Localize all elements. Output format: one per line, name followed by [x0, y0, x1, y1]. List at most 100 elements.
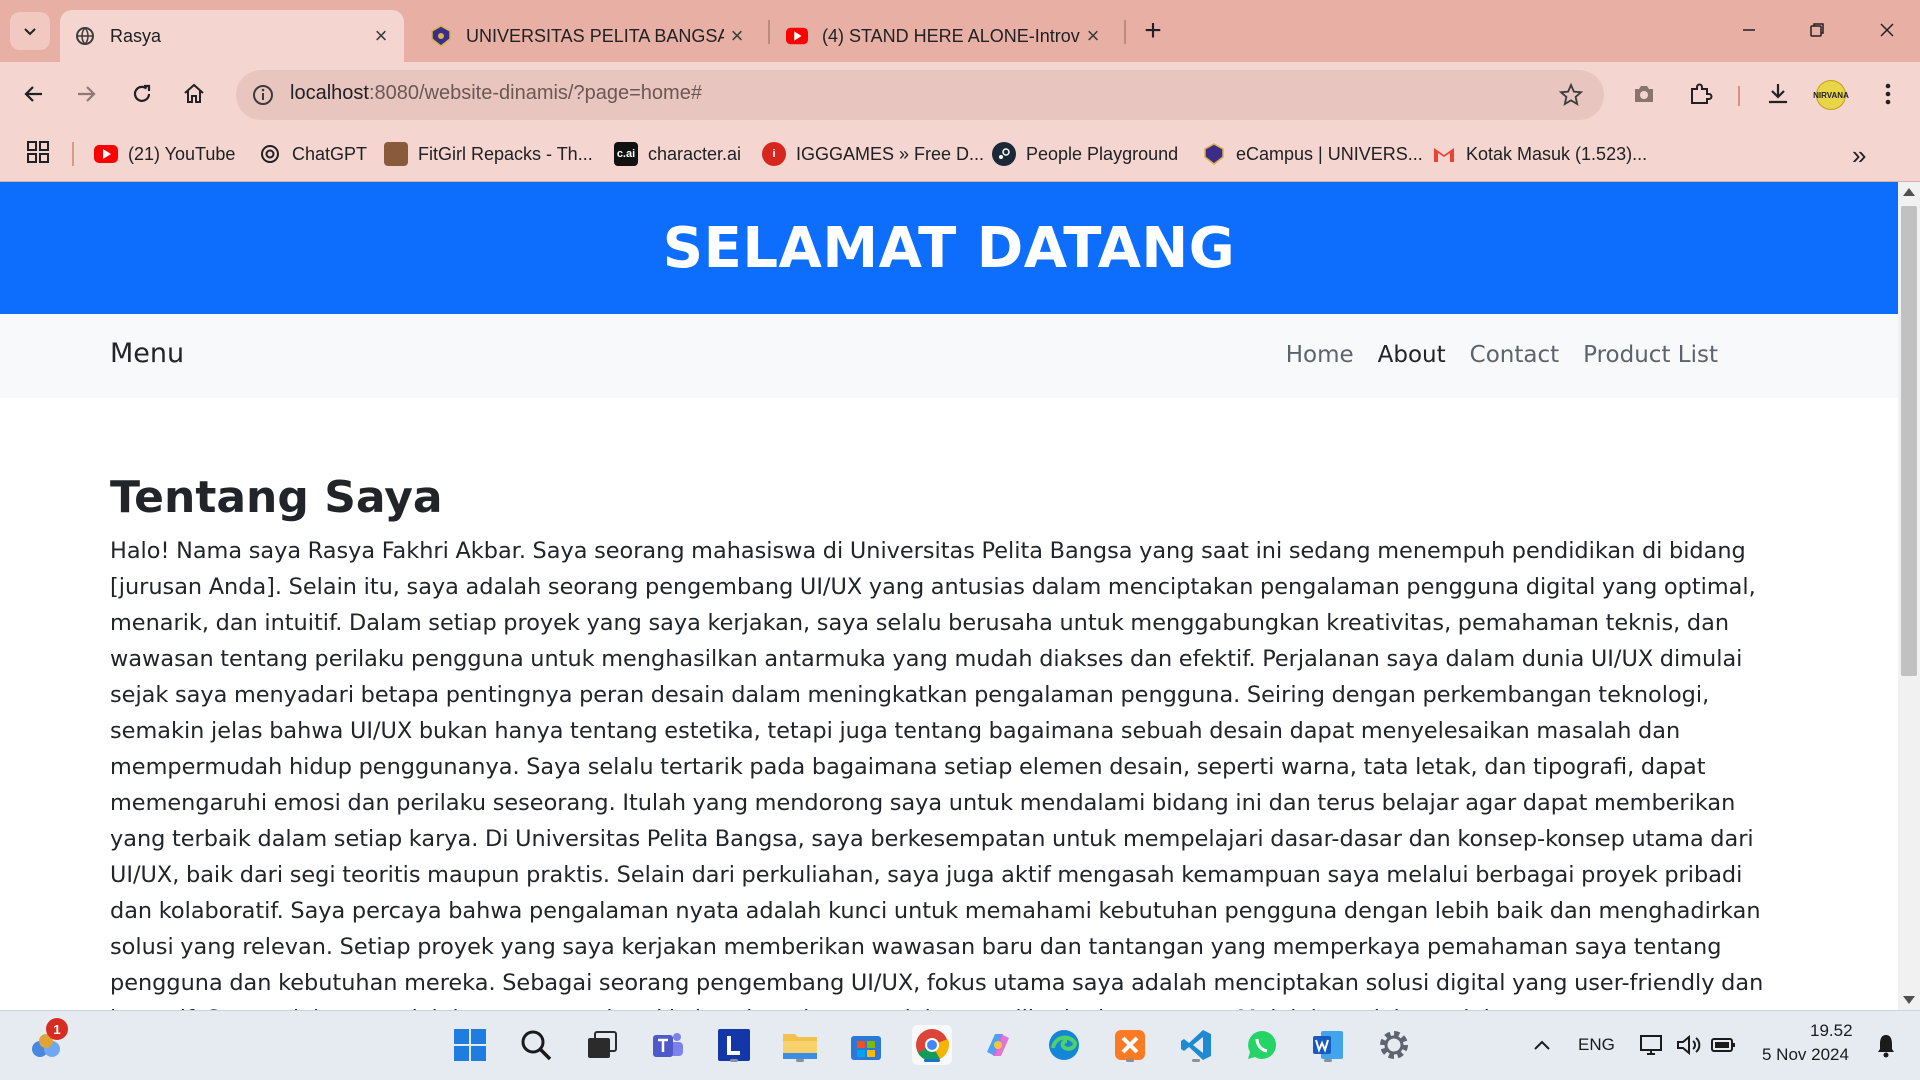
tab-separator	[768, 20, 770, 44]
more-bookmarks-chevron-icon[interactable]: »	[1852, 140, 1866, 171]
kebab-menu-icon	[1885, 83, 1891, 105]
battery-icon	[1711, 1038, 1735, 1052]
tab-title: UNIVERSITAS PELITA BANGSA	[466, 25, 724, 46]
xampp-button[interactable]	[1110, 1025, 1150, 1065]
bookmark-youtube[interactable]: (21) YouTube	[94, 138, 235, 170]
chrome-button[interactable]	[912, 1025, 952, 1065]
search-button[interactable]	[516, 1025, 556, 1065]
tab-search-button[interactable]	[10, 12, 50, 50]
profile-avatar[interactable]: NIRVANA	[1813, 80, 1849, 110]
notifications-button[interactable]	[1866, 1025, 1906, 1065]
tab-rasya[interactable]: Rasya ×	[60, 10, 404, 62]
bookmark-characterai[interactable]: c.ai character.ai	[614, 138, 741, 170]
clock-date[interactable]: 5 Nov 2024	[1762, 1045, 1849, 1065]
extensions-button[interactable]	[1684, 78, 1716, 110]
running-indicator	[796, 1059, 804, 1062]
windows-logo-icon	[454, 1029, 486, 1061]
nav-home-link[interactable]: Home	[1286, 342, 1354, 368]
youtube-icon	[786, 25, 808, 47]
url-path: :8080/website-dinamis/?page=home#	[368, 82, 702, 104]
network-icon	[1640, 1035, 1662, 1055]
apps-grid-icon[interactable]	[26, 140, 52, 166]
microsoft-store-button[interactable]	[846, 1025, 886, 1065]
minimize-button[interactable]	[1724, 12, 1774, 48]
close-tab-icon[interactable]: ×	[1080, 23, 1106, 49]
bookmark-chatgpt[interactable]: ChatGPT	[258, 138, 367, 170]
copilot-button[interactable]	[978, 1025, 1018, 1065]
new-tab-button[interactable]: +	[1138, 14, 1168, 47]
reload-button[interactable]	[124, 76, 160, 112]
chatgpt-icon	[258, 142, 282, 166]
close-tab-icon[interactable]: ×	[368, 23, 394, 49]
bookmark-label: eCampus | UNIVERS...	[1236, 143, 1423, 164]
screenshot-button[interactable]	[1628, 78, 1660, 110]
edge-button[interactable]	[1044, 1025, 1084, 1065]
university-logo-icon	[430, 25, 452, 47]
bookmark-igggames[interactable]: i IGGGAMES » Free D...	[762, 138, 984, 170]
navbar-links: Home About Contact Product List	[1286, 342, 1718, 368]
task-view-icon	[588, 1031, 617, 1058]
bookmark-label: character.ai	[648, 143, 742, 164]
page-scrollbar[interactable]	[1898, 182, 1920, 1010]
browser-menu-button[interactable]	[1872, 78, 1904, 110]
bookmark-fitgirl[interactable]: FitGirl Repacks - Th...	[384, 138, 593, 170]
bell-icon	[1878, 1035, 1894, 1058]
restore-button[interactable]	[1792, 12, 1842, 48]
forward-arrow-icon	[78, 86, 96, 102]
bookmark-ecampus[interactable]: eCampus | UNIVERS...	[1202, 138, 1423, 170]
tab-pelita-bangsa[interactable]: UNIVERSITAS PELITA BANGSA ×	[416, 10, 760, 62]
file-explorer-button[interactable]	[780, 1025, 820, 1065]
word-button[interactable]	[1308, 1025, 1348, 1065]
bookmark-label: FitGirl Repacks - Th...	[418, 143, 593, 164]
tab-strip: Rasya × UNIVERSITAS PELITA BANGSA × (4) …	[0, 0, 1920, 62]
volume-button[interactable]	[1668, 1025, 1708, 1065]
network-button[interactable]	[1632, 1025, 1672, 1065]
url-host: localhost	[290, 82, 369, 104]
bookmark-people-playground[interactable]: People Playground	[992, 138, 1178, 170]
about-section: Tentang Saya Halo! Nama saya Rasya Fakhr…	[110, 472, 1790, 1010]
close-tab-icon[interactable]: ×	[724, 23, 750, 49]
tab-separator	[1124, 20, 1126, 44]
running-indicator	[1126, 1059, 1134, 1062]
navbar-brand[interactable]: Menu	[110, 338, 184, 369]
bookmark-gmail[interactable]: Kotak Masuk (1.523)...	[1432, 138, 1647, 170]
language-indicator[interactable]: ENG	[1578, 1035, 1615, 1055]
bookmarks-bar: (21) YouTube ChatGPT FitGirl Repacks - T…	[0, 126, 1920, 182]
nav-product-list-link[interactable]: Product List	[1583, 342, 1718, 368]
running-indicator	[924, 1059, 940, 1062]
scroll-thumb[interactable]	[1901, 206, 1917, 676]
restore-icon	[1810, 23, 1824, 37]
back-button[interactable]	[16, 76, 52, 112]
clock-time[interactable]: 19.52	[1810, 1021, 1853, 1041]
task-view-button[interactable]	[582, 1025, 622, 1065]
downloads-button[interactable]	[1762, 78, 1794, 110]
bookmark-star-icon[interactable]	[1558, 82, 1584, 108]
vscode-icon	[1181, 1030, 1211, 1060]
tray-overflow-button[interactable]	[1522, 1025, 1562, 1065]
nav-contact-link[interactable]: Contact	[1470, 342, 1559, 368]
close-window-button[interactable]	[1862, 12, 1912, 48]
forward-button[interactable]	[68, 76, 104, 112]
tab-youtube[interactable]: (4) STAND HERE ALONE-Introve ×	[772, 10, 1116, 62]
launcher-l-button[interactable]	[714, 1025, 754, 1065]
nav-about-link[interactable]: About	[1378, 342, 1446, 368]
start-button[interactable]	[450, 1025, 490, 1065]
chevron-up-icon	[1534, 1040, 1550, 1050]
ecampus-icon	[1202, 142, 1226, 166]
address-bar[interactable]: localhost:8080/website-dinamis/?page=hom…	[236, 70, 1604, 120]
site-info-icon[interactable]	[250, 82, 276, 108]
running-indicator	[730, 1059, 738, 1062]
whatsapp-button[interactable]	[1242, 1025, 1282, 1065]
settings-button[interactable]	[1374, 1025, 1414, 1065]
scroll-up-arrow-icon[interactable]	[1903, 188, 1915, 196]
puzzle-icon	[1691, 83, 1713, 104]
home-button[interactable]	[176, 76, 212, 112]
teams-button[interactable]	[648, 1025, 688, 1065]
battery-button[interactable]	[1704, 1025, 1744, 1065]
globe-icon	[74, 25, 96, 47]
scroll-down-arrow-icon[interactable]	[1903, 996, 1915, 1004]
copilot-icon	[987, 1034, 1009, 1056]
browser-toolbar: localhost:8080/website-dinamis/?page=hom…	[0, 62, 1920, 126]
vscode-button[interactable]	[1176, 1025, 1216, 1065]
search-icon	[521, 1030, 552, 1061]
